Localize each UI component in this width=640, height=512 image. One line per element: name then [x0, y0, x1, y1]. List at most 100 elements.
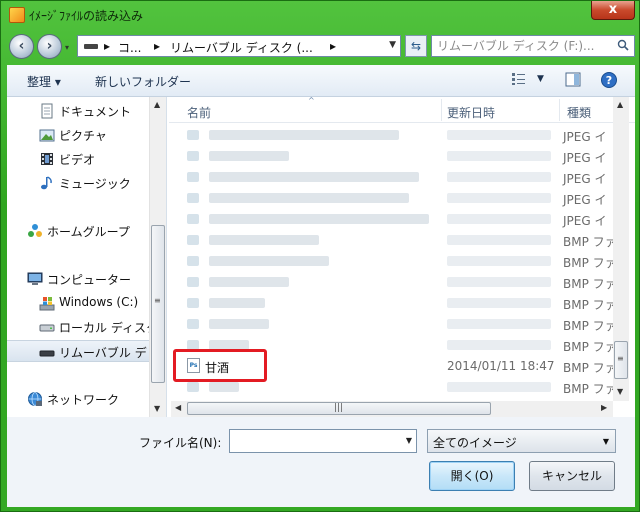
help-icon[interactable]: ?	[601, 72, 617, 88]
view-dropdown-icon[interactable]: ▼	[537, 74, 544, 84]
filename-label: ファイル名(N):	[139, 436, 222, 450]
scrollbar-thumb[interactable]: ≡	[614, 341, 628, 379]
preview-pane-icon[interactable]	[565, 72, 581, 88]
scroll-right-icon[interactable]: ▶	[601, 403, 607, 412]
column-divider[interactable]	[559, 99, 560, 121]
open-button[interactable]: 開く(O)	[429, 461, 515, 491]
nav-item-label: ピクチャ	[59, 129, 107, 143]
column-divider[interactable]	[441, 99, 442, 121]
close-button[interactable]: x	[591, 1, 635, 20]
arrow-right-icon: ›	[46, 38, 53, 54]
nav-item-network[interactable]: ネットワーク	[7, 388, 149, 410]
nav-item-local-disk[interactable]: ローカル ディスク	[7, 316, 149, 338]
file-type: BMP ファ	[563, 298, 617, 312]
file-row[interactable]: JPEG イ	[169, 124, 619, 145]
breadcrumb-separator[interactable]: ▸	[104, 39, 110, 53]
scroll-left-icon[interactable]: ◀	[175, 403, 181, 412]
column-header-row: ^ 名前 更新日時 種類	[169, 97, 635, 123]
nav-item-label: ホームグループ	[47, 225, 130, 239]
window-title: ｲﾒｰｼﾞﾌｧｲﾙの読み込み	[29, 9, 144, 23]
blurred-file-name	[209, 382, 239, 392]
view-options-icon[interactable]	[511, 72, 527, 86]
search-box[interactable]	[431, 35, 635, 57]
nav-item-label: ドキュメント	[59, 105, 132, 119]
scroll-up-icon[interactable]: ▲	[154, 100, 160, 109]
blurred-file-name	[209, 256, 329, 266]
app-icon	[9, 7, 25, 23]
file-row[interactable]: BMP ファ	[169, 250, 619, 271]
blurred-file-name	[209, 130, 399, 140]
blurred-file-name	[209, 277, 289, 287]
forward-button[interactable]: ›	[37, 34, 62, 59]
scrollbar-thumb[interactable]: |||	[187, 402, 491, 415]
scrollbar-thumb[interactable]: ≡	[151, 225, 165, 383]
file-type: BMP ファ	[563, 382, 617, 396]
file-row[interactable]: JPEG イ	[169, 145, 619, 166]
file-list-horizontal-scrollbar[interactable]: ◀ ||| ▶	[171, 401, 613, 417]
column-header-type[interactable]: 種類	[567, 104, 591, 121]
filename-input[interactable]	[230, 430, 394, 452]
breadcrumb-removable-disk[interactable]: リムーバブル ディスク (...	[170, 39, 313, 56]
file-row[interactable]: JPEG イ	[169, 187, 619, 208]
document-icon	[41, 103, 53, 119]
refresh-button[interactable]: ⇆	[405, 35, 427, 57]
blurred-file-icon	[187, 277, 199, 287]
blurred-date	[447, 382, 551, 392]
file-row[interactable]: BMP ファ	[169, 229, 619, 250]
local-disk-icon	[39, 324, 55, 332]
search-input[interactable]	[432, 36, 612, 56]
organize-button[interactable]: 整理 ▾	[27, 73, 61, 90]
nav-item-label: ミュージック	[59, 177, 131, 191]
nav-item-pictures[interactable]: ピクチャ	[7, 124, 149, 146]
file-type: JPEG イ	[563, 193, 607, 207]
recent-pages-dropdown[interactable]: ▾	[65, 43, 69, 52]
nav-item-homegroup[interactable]: ホームグループ	[7, 220, 149, 242]
homegroup-icon	[28, 224, 42, 237]
blurred-date	[447, 151, 551, 161]
blurred-date	[447, 193, 551, 203]
column-header-name[interactable]: 名前	[187, 104, 211, 121]
address-bar[interactable]: ▸ コ... ▸ リムーバブル ディスク (... ▸ ▼	[77, 35, 401, 57]
file-type: BMP ファ	[563, 235, 617, 249]
scroll-down-icon[interactable]: ▼	[617, 387, 623, 396]
navigation-pane-scrollbar[interactable]: ▲ ≡ ▼	[149, 97, 166, 417]
cancel-button[interactable]: キャンセル	[529, 461, 615, 491]
file-row[interactable]: JPEG イ	[169, 208, 619, 229]
drive-icon	[84, 44, 98, 49]
breadcrumb-computer[interactable]: コ...	[118, 39, 141, 56]
chevron-down-icon: ▼	[602, 437, 609, 446]
address-dropdown-icon[interactable]: ▼	[389, 40, 396, 50]
breadcrumb-separator[interactable]: ▸	[330, 39, 336, 53]
file-row[interactable]: BMP ファ	[169, 313, 619, 334]
blurred-file-icon	[187, 214, 199, 224]
nav-item-label: コンピューター	[47, 273, 132, 287]
scroll-up-icon[interactable]: ▲	[617, 100, 623, 109]
nav-item-removable-drive[interactable]: リムーバブル デ	[7, 340, 149, 362]
scroll-down-icon[interactable]: ▼	[154, 404, 160, 413]
video-icon	[41, 153, 53, 165]
scrollbar-grip-icon: ≡	[154, 296, 161, 305]
chevron-down-icon[interactable]: ▼	[406, 436, 412, 445]
nav-item-music[interactable]: ミュージック	[7, 172, 149, 194]
search-icon[interactable]	[617, 39, 629, 51]
nav-item-windows-drive[interactable]: Windows (C:)	[7, 292, 149, 314]
title-bar[interactable]: ｲﾒｰｼﾞﾌｧｲﾙの読み込み x	[1, 1, 640, 29]
file-row[interactable]: BMP ファ	[169, 271, 619, 292]
file-type: BMP ファ	[563, 340, 617, 354]
file-type: BMP ファ	[563, 256, 617, 270]
nav-item-computer[interactable]: コンピューター	[7, 268, 149, 290]
new-folder-button[interactable]: 新しいフォルダー	[95, 73, 191, 90]
back-button[interactable]: ‹	[9, 34, 34, 59]
breadcrumb-separator[interactable]: ▸	[154, 39, 160, 53]
file-row[interactable]: BMP ファ	[169, 292, 619, 313]
dialog-window: ｲﾒｰｼﾞﾌｧｲﾙの読み込み x ‹ › ▾ ▸ コ... ▸ リムーバブル デ…	[0, 0, 640, 512]
filetype-select[interactable]: 全てのイメージ ▼	[427, 429, 616, 453]
column-header-date[interactable]: 更新日時	[447, 104, 495, 121]
filename-combobox[interactable]: ▼	[229, 429, 417, 453]
file-row[interactable]: JPEG イ	[169, 166, 619, 187]
nav-item-documents[interactable]: ドキュメント	[7, 100, 149, 122]
blurred-file-icon	[187, 172, 199, 182]
file-list-vertical-scrollbar[interactable]: ▲ ≡ ▼	[613, 97, 629, 401]
nav-item-videos[interactable]: ビデオ	[7, 148, 149, 170]
blurred-file-icon	[187, 382, 199, 392]
